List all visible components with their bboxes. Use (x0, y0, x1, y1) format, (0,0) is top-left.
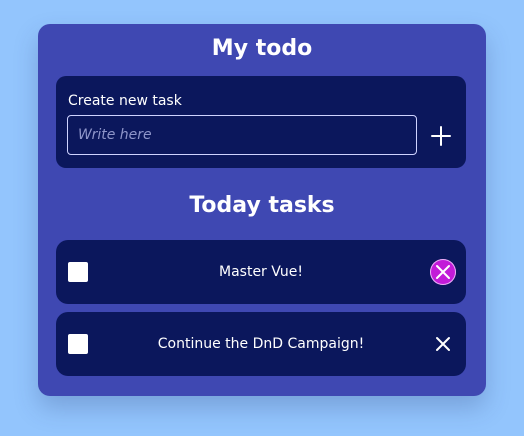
task-text: Continue the DnD Campaign! (157, 336, 365, 352)
task-checkbox[interactable] (68, 334, 88, 354)
create-task-panel: Create new task (56, 76, 466, 168)
delete-task-button[interactable] (430, 331, 456, 357)
app-title: My todo (211, 36, 313, 61)
today-tasks-title: Today tasks (189, 193, 335, 218)
todo-card: My todo Create new task Today tasks Mast… (38, 24, 486, 396)
close-icon (436, 337, 450, 351)
add-task-button[interactable] (429, 124, 453, 148)
task-checkbox[interactable] (68, 262, 88, 282)
task-text: Master Vue! (219, 264, 303, 280)
plus-icon (431, 126, 451, 146)
delete-task-button[interactable] (430, 259, 456, 285)
new-task-input[interactable] (67, 115, 417, 155)
create-task-label: Create new task (68, 93, 182, 109)
close-circle-icon (436, 265, 450, 279)
task-row: Master Vue! (56, 240, 466, 304)
task-row: Continue the DnD Campaign! (56, 312, 466, 376)
